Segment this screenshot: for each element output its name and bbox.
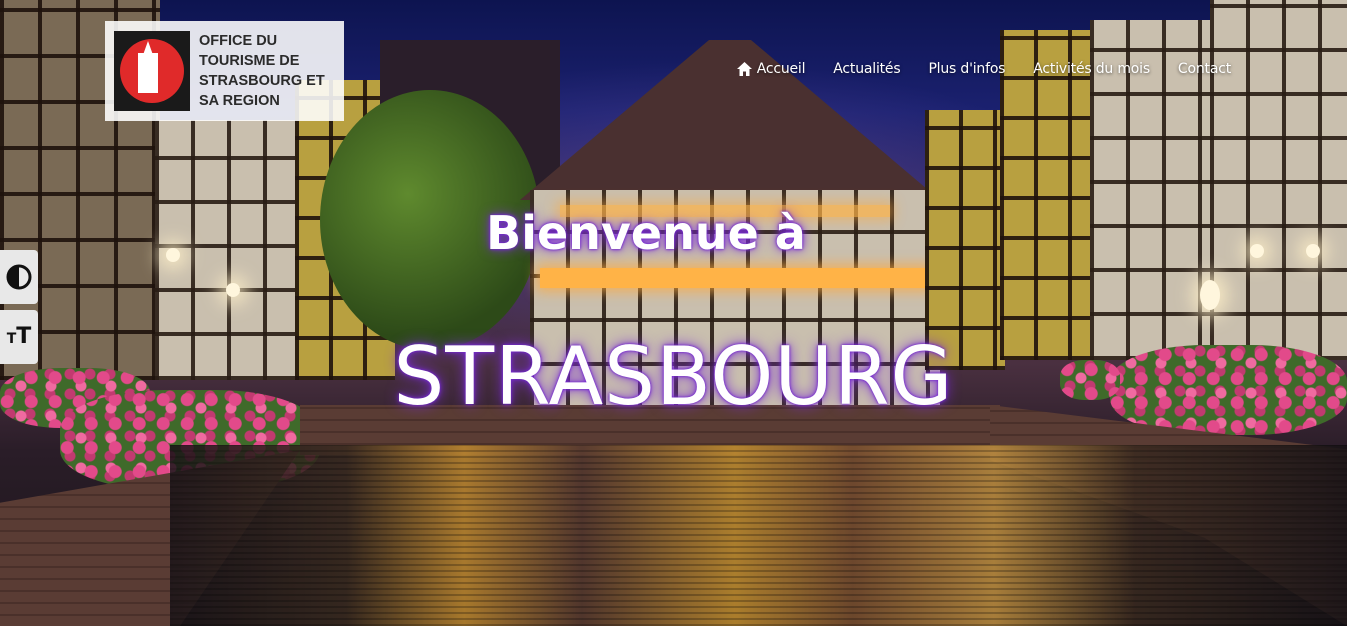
nav-item-activites[interactable]: Activités du mois <box>1033 61 1150 77</box>
building-right-2 <box>1000 30 1095 360</box>
welcome-heading: Bienvenue à <box>0 206 1347 260</box>
logo-emblem-icon <box>114 31 190 111</box>
home-icon <box>736 62 752 76</box>
nav-label: Actualités <box>833 61 901 77</box>
nav-item-accueil[interactable]: Accueil <box>736 61 806 77</box>
window-row <box>540 268 930 288</box>
site-logo[interactable]: OFFICE DU TOURISME DE STRASBOURG ET SA R… <box>105 21 344 121</box>
logo-line: OFFICE DU <box>199 33 278 49</box>
logo-line: SA REGION <box>199 93 280 109</box>
logo-text: OFFICE DU TOURISME DE STRASBOURG ET SA R… <box>199 31 325 111</box>
building-right-4 <box>1210 0 1347 360</box>
nav-label: Accueil <box>756 61 806 77</box>
street-lamp <box>1200 280 1220 310</box>
street-lamp <box>226 283 240 297</box>
logo-line: TOURISME DE <box>199 53 300 69</box>
nav-label: Activités du mois <box>1033 61 1150 77</box>
logo-line: STRASBOURG ET <box>199 73 325 89</box>
nav-label: Contact <box>1177 61 1231 77</box>
nav-item-contact[interactable]: Contact <box>1178 61 1231 77</box>
nav-item-plus-infos[interactable]: Plus d'infos <box>928 61 1005 77</box>
contrast-icon <box>6 264 32 290</box>
welcome-text: Bienvenue à <box>486 206 806 260</box>
nav-label: Plus d'infos <box>928 61 1006 77</box>
nav-item-actualites[interactable]: Actualités <box>833 61 900 77</box>
city-heading: STRASBOURG <box>393 330 954 423</box>
main-nav: Accueil Actualités Plus d'infos Activité… <box>736 61 1231 77</box>
canal-water <box>170 445 1347 626</box>
